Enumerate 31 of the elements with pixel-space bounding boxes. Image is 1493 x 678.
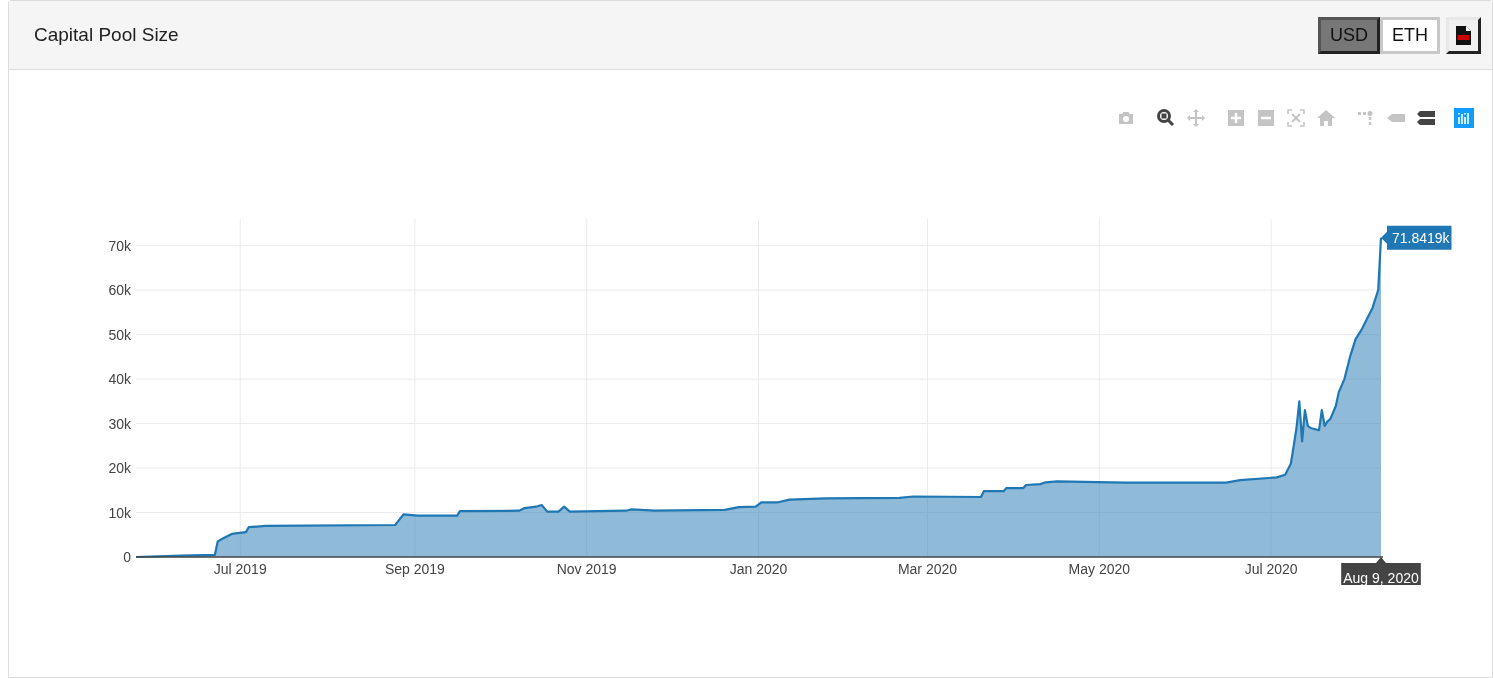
currency-toggle-button[interactable]: USD bbox=[1318, 16, 1380, 54]
x-axis-label: Jan 2020 bbox=[729, 561, 788, 577]
chart-logo-icon[interactable] bbox=[1454, 108, 1474, 128]
x-axis-label: Sep 2019 bbox=[384, 561, 445, 577]
zoom-in-icon[interactable] bbox=[1226, 108, 1246, 128]
home-icon[interactable] bbox=[1316, 108, 1336, 128]
y-axis-label: 20k bbox=[108, 460, 131, 477]
x-axis-label: Nov 2019 bbox=[556, 561, 617, 577]
currency-toggle-button[interactable]: ETH bbox=[1380, 16, 1440, 54]
y-axis-label: 0 bbox=[123, 549, 131, 565]
y-axis-label: 70k bbox=[108, 237, 131, 254]
x-axis-label: Jul 2020 bbox=[1244, 561, 1298, 577]
hover-compare-icon[interactable] bbox=[1416, 108, 1436, 128]
y-axis-label: 60k bbox=[108, 282, 131, 299]
zoom-out-icon[interactable] bbox=[1256, 108, 1276, 128]
date-hover-label: Aug 9, 2020 bbox=[1341, 557, 1421, 586]
x-axis-label: Jul 2019 bbox=[213, 561, 267, 577]
x-axis-label: Mar 2020 bbox=[897, 561, 958, 577]
y-axis-label: 10k bbox=[108, 504, 131, 521]
value-hover-label: 71.8419k bbox=[1381, 225, 1452, 250]
pan-icon[interactable] bbox=[1186, 108, 1206, 128]
y-axis-label: 50k bbox=[108, 326, 131, 343]
csv-export-button[interactable] bbox=[1446, 16, 1481, 54]
csv-file-icon bbox=[1456, 25, 1471, 45]
card-title: Capital Pool Size bbox=[34, 22, 179, 47]
autoscale-icon[interactable] bbox=[1286, 108, 1306, 128]
annotation: 71.8419k bbox=[1392, 229, 1451, 246]
zoom-icon[interactable] bbox=[1156, 108, 1176, 128]
x-axis-label: May 2020 bbox=[1068, 561, 1131, 577]
y-axis-label: 30k bbox=[108, 415, 131, 432]
y-axis-label: 40k bbox=[108, 371, 131, 388]
